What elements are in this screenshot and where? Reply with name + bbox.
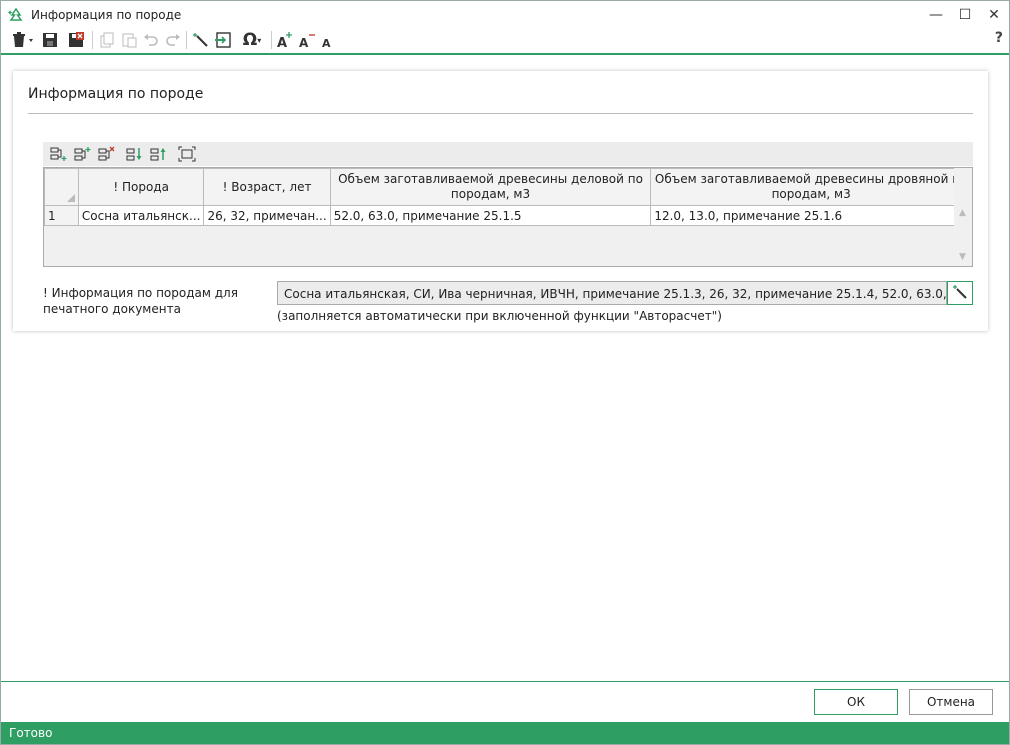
- import-icon[interactable]: [212, 29, 234, 51]
- omega-icon[interactable]: Ω ▾: [237, 29, 267, 51]
- close-button[interactable]: ✕: [981, 5, 1007, 25]
- maximize-button[interactable]: ☐: [952, 5, 978, 25]
- copy-icon[interactable]: [96, 29, 118, 51]
- save-icon[interactable]: [39, 29, 61, 51]
- help-button[interactable]: ?: [995, 30, 1003, 46]
- toolbar-separator: [186, 31, 187, 49]
- tree-icon: [7, 7, 25, 25]
- window-title: Информация по породе: [31, 8, 182, 22]
- column-header-age[interactable]: ! Возраст, лет: [203, 168, 331, 206]
- column-header-business-wood[interactable]: Объем заготавливаемой древесины деловой …: [329, 168, 652, 206]
- scroll-up-icon[interactable]: ▲: [959, 208, 966, 218]
- font-decrease-icon[interactable]: A: [297, 29, 319, 51]
- cell-firewood[interactable]: 12.0, 13.0, примечание 25.1.6: [650, 205, 972, 226]
- svg-text:A: A: [277, 36, 287, 49]
- redo-icon[interactable]: [162, 29, 184, 51]
- column-header-firewood[interactable]: Объем заготавливаемой древесины дровяной…: [650, 168, 972, 206]
- table-header-row: ! Порода ! Возраст, лет Объем заготавлив…: [44, 168, 972, 206]
- svg-text:A: A: [322, 37, 331, 49]
- toolbar-separator: [92, 31, 93, 49]
- table-row[interactable]: 1 Сосна итальянск... 26, 32, примечан...…: [44, 205, 972, 226]
- cell-species[interactable]: Сосна итальянск...: [77, 205, 205, 226]
- insert-row-icon[interactable]: [73, 145, 93, 163]
- info-panel: Информация по породе ! Порода ! Возраст,…: [13, 71, 988, 331]
- status-text: Готово: [9, 726, 53, 740]
- main-toolbar: Ω ▾ A A A ?: [1, 29, 1009, 55]
- status-bar: Готово: [1, 722, 1009, 744]
- species-table: ! Порода ! Возраст, лет Объем заготавлив…: [44, 168, 972, 226]
- auto-fill-note: (заполняется автоматически при включенно…: [277, 309, 722, 323]
- font-reset-icon[interactable]: A: [317, 29, 339, 51]
- print-info-label: ! Информация по породам для печатного до…: [43, 286, 238, 316]
- scroll-down-icon[interactable]: ▼: [959, 252, 966, 262]
- panel-title: Информация по породе: [28, 86, 204, 102]
- font-increase-icon[interactable]: A: [275, 29, 297, 51]
- toolbar-separator: [271, 31, 272, 49]
- print-info-field[interactable]: Сосна итальянская, СИ, Ива черничная, ИВ…: [277, 281, 947, 305]
- delete-row-icon[interactable]: [97, 145, 117, 163]
- ok-button[interactable]: ОК: [814, 689, 898, 715]
- cell-business-wood[interactable]: 52.0, 63.0, примечание 25.1.5: [329, 205, 652, 226]
- cancel-button[interactable]: Отмена: [909, 689, 993, 715]
- title-bar: Информация по породе — ☐ ✕: [1, 1, 1009, 29]
- fit-columns-icon[interactable]: [177, 145, 197, 163]
- autocalc-button[interactable]: [947, 281, 973, 305]
- row-number: 1: [44, 205, 79, 226]
- vertical-scrollbar[interactable]: ▲ ▼: [954, 168, 972, 266]
- add-row-icon[interactable]: [49, 145, 69, 163]
- move-down-icon[interactable]: [125, 145, 145, 163]
- cell-age[interactable]: 26, 32, примечан...: [203, 205, 331, 226]
- undo-icon[interactable]: [140, 29, 162, 51]
- species-grid: ! Порода ! Возраст, лет Объем заготавлив…: [43, 167, 973, 267]
- wand-icon[interactable]: [190, 29, 212, 51]
- svg-text:A: A: [299, 36, 309, 49]
- divider: [28, 113, 973, 114]
- grid-toolbar: [43, 142, 973, 166]
- row-selector-header[interactable]: [44, 168, 79, 206]
- delete-icon[interactable]: [9, 29, 37, 51]
- paste-icon[interactable]: [118, 29, 140, 51]
- wand-icon: [952, 284, 968, 303]
- move-up-icon[interactable]: [149, 145, 169, 163]
- save-close-icon[interactable]: [65, 29, 87, 51]
- corner-triangle-icon: [66, 194, 75, 202]
- minimize-button[interactable]: —: [923, 5, 949, 25]
- column-header-species[interactable]: ! Порода: [77, 168, 205, 206]
- footer-divider: [1, 681, 1009, 682]
- dialog-window: Информация по породе — ☐ ✕ Ω ▾ A A A ? И…: [0, 0, 1010, 745]
